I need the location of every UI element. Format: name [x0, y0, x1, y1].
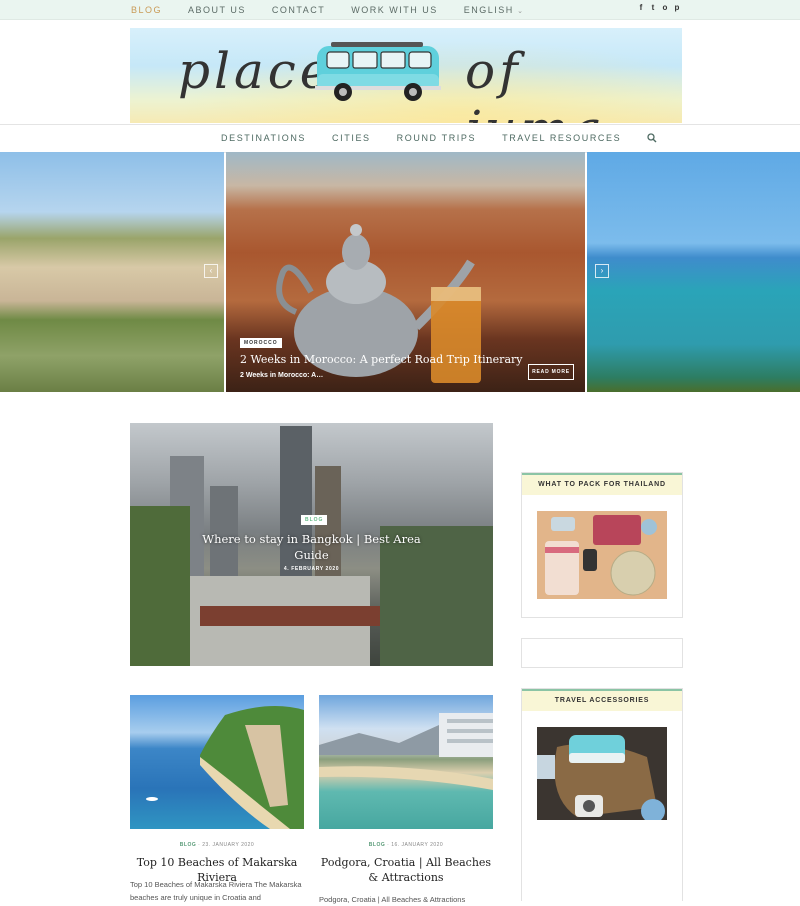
slide-morocco[interactable]: MOROCCO 2 Weeks in Morocco: A perfect Ro…: [226, 152, 585, 392]
card-title[interactable]: Podgora, Croatia | All Beaches & Attract…: [319, 855, 493, 885]
card-category[interactable]: BLOG: [180, 842, 196, 848]
topnav-blog[interactable]: BLOG: [131, 5, 162, 15]
widget-what-to-pack: WHAT TO PACK FOR THAILAND: [521, 472, 683, 618]
nav-travel-resources[interactable]: TRAVEL RESOURCES: [502, 133, 621, 143]
card-meta: BLOG · 23. JANUARY 2020: [179, 842, 255, 848]
nav-round-trips[interactable]: ROUND TRIPS: [397, 133, 476, 143]
read-more-button[interactable]: READ MORE: [528, 364, 574, 380]
cliff-coast-graphic: [146, 706, 304, 829]
slider-prev-arrow[interactable]: ‹: [204, 264, 218, 278]
topnav-contact[interactable]: CONTACT: [272, 5, 325, 15]
accessories-image[interactable]: [537, 727, 667, 823]
camper-van-icon: [315, 42, 441, 101]
packing-image[interactable]: [537, 511, 667, 599]
logo-text-of-juma: of juma: [465, 42, 602, 123]
slide-category-badge[interactable]: MOROCCO: [240, 338, 282, 348]
slide-salzburg-image[interactable]: ‹: [0, 152, 224, 392]
twitter-icon[interactable]: t: [650, 3, 656, 12]
card-excerpt: Top 10 Beaches of Makarska Riviera The M…: [130, 880, 302, 902]
nav-destinations[interactable]: DESTINATIONS: [221, 133, 306, 143]
card-date: 16. JANUARY 2020: [391, 842, 444, 848]
card-date: 23. JANUARY 2020: [202, 842, 255, 848]
topnav-work-with-us[interactable]: WORK WITH US: [351, 5, 438, 15]
instagram-icon[interactable]: o: [662, 3, 668, 12]
social-links: f t o p: [638, 3, 680, 12]
widget-travel-accessories: TRAVEL ACCESSORIES: [521, 688, 683, 901]
beach-town-graphic: [319, 713, 493, 790]
card-image-podgora[interactable]: [319, 695, 493, 829]
accessories-graphic: [537, 727, 667, 823]
widget-empty: [521, 638, 683, 668]
topnav-about-us[interactable]: ABOUT US: [188, 5, 246, 15]
card-image-makarska[interactable]: [130, 695, 304, 829]
trees: [130, 506, 190, 666]
top-navigation: BLOG ABOUT US CONTACT WORK WITH US ENGLI…: [131, 0, 551, 19]
widget-title: WHAT TO PACK FOR THAILAND: [522, 473, 682, 495]
site-logo[interactable]: places of juma: [130, 28, 682, 123]
featured-date: 4. FEBRUARY 2020: [283, 566, 340, 572]
slide-title[interactable]: 2 Weeks in Morocco: A perfect Road Trip …: [240, 353, 522, 366]
widget-title: TRAVEL ACCESSORIES: [522, 689, 682, 711]
slider-next-arrow[interactable]: ›: [595, 264, 609, 278]
featured-title[interactable]: Where to stay in Bangkok | Best Area Gui…: [200, 531, 423, 563]
language-selector[interactable]: ENGLISH: [464, 5, 525, 15]
nav-cities[interactable]: CITIES: [332, 133, 371, 143]
featured-category-badge[interactable]: BLOG: [301, 515, 328, 525]
pinterest-icon[interactable]: p: [674, 3, 680, 12]
search-icon[interactable]: [647, 132, 657, 143]
main-navigation: DESTINATIONS CITIES ROUND TRIPS TRAVEL R…: [221, 124, 657, 151]
slide-subtitle: 2 Weeks in Morocco: A…: [240, 372, 324, 379]
slide-sveti-stefan-image[interactable]: ›: [587, 152, 800, 392]
card-category[interactable]: BLOG: [369, 842, 385, 848]
facebook-icon[interactable]: f: [638, 3, 644, 12]
packing-items-graphic: [545, 515, 657, 596]
card-meta: BLOG · 16. JANUARY 2020: [368, 842, 444, 848]
